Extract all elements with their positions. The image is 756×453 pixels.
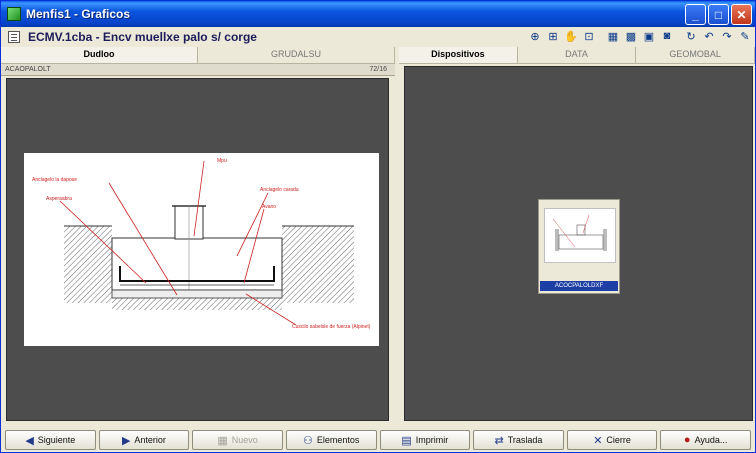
pen-icon[interactable]: ✎	[737, 28, 753, 44]
anterior-label: Anterior	[134, 435, 166, 445]
right-pane: Dispositivos DATA GEOMOBAL ACOCPALOLDXF	[399, 47, 756, 425]
layers-icon[interactable]: ▦	[605, 28, 621, 44]
foundation-diagram: Mpu Anclagelo la dapose Anclagelo carada…	[32, 158, 371, 330]
thumbnail-caption: ACOCPALOLDXF	[540, 281, 618, 291]
block-icon[interactable]: ▣	[641, 28, 657, 44]
nuevo-button[interactable]: ▦ Nuevo	[192, 430, 283, 450]
close-window-button[interactable]: ✕	[731, 4, 752, 25]
traslada-button[interactable]: ⇄ Traslada	[473, 430, 564, 450]
printer-icon: ▤	[401, 434, 412, 447]
tab-data[interactable]: DATA	[517, 47, 637, 64]
maximize-icon: □	[714, 7, 723, 22]
footing	[111, 237, 283, 291]
label-avano: Avano	[262, 204, 276, 210]
label-asperaabra: Asperaabra	[46, 196, 72, 202]
document-bar: ECMV.1cba - Encv muellxe palo s/ corge ⊕…	[1, 27, 755, 47]
siguiente-label: Siguiente	[37, 435, 76, 445]
users-icon: ⚇	[302, 434, 313, 447]
bottom-toolbar: ◀ Siguiente ▶ Anterior ▦ Nuevo ⚇ Elementos ▤…	[1, 428, 755, 452]
zoom-extents-icon[interactable]: ⊡	[581, 28, 597, 44]
window-title: Menfis1 - Graficos	[26, 7, 131, 21]
minimize-button[interactable]: _	[685, 4, 706, 25]
label-cuscilo: Cuscilo sabelsle de fuerza (Alpinet)	[292, 324, 371, 330]
thumbnail-canvas: ACOCPALOLDXF	[404, 66, 753, 421]
redo-icon[interactable]: ↷	[719, 28, 735, 44]
app-window: Menfis1 - Graficos _ □ ✕ ECMV.1cba - Enc…	[0, 0, 756, 453]
label-anclagelo-dapose: Anclagelo la dapose	[32, 177, 77, 183]
siguiente-button[interactable]: ◀ Siguiente	[5, 430, 96, 450]
thumbnail-diagram	[552, 214, 607, 251]
toolbar: ⊕ ⊞ ✋ ⊡ ▦ ▩ ▣ ◙ ↻ ↶ ↷ ✎	[527, 28, 753, 44]
drawing-thumbnail[interactable]: ACOCPALOLDXF	[538, 199, 620, 294]
zoom-in-icon[interactable]: ⊕	[527, 28, 543, 44]
arrow-right-icon: ▶	[121, 434, 131, 447]
soil-left	[64, 226, 112, 303]
left-pane: Dudloo GRUDALSU ACAOPALOLT 72/16 Mpu Anc…	[1, 47, 395, 425]
nuevo-label: Nuevo	[231, 435, 258, 445]
file-label: ACAOPALOLT	[5, 66, 51, 73]
zoom-label: 72/16	[369, 66, 387, 73]
toolbar-separator	[599, 28, 603, 44]
close-icon: ✕	[593, 434, 603, 447]
drawing-canvas[interactable]: Mpu Anclagelo la dapose Anclagelo carada…	[6, 78, 389, 421]
grid-icon: ▦	[217, 434, 228, 447]
imprimir-label: Imprimir	[415, 435, 449, 445]
pan-icon[interactable]: ✋	[563, 28, 579, 44]
undo-icon[interactable]: ↶	[701, 28, 717, 44]
soil-bottom	[112, 298, 282, 310]
anterior-button[interactable]: ▶ Anterior	[98, 430, 190, 450]
thumbnail-preview	[544, 208, 616, 263]
zoom-window-icon[interactable]: ⊞	[545, 28, 561, 44]
properties-icon[interactable]: ◙	[659, 28, 675, 44]
cierre-button[interactable]: ✕ Cierre	[566, 430, 658, 450]
imprimir-button[interactable]: ▤ Imprimir	[379, 430, 471, 450]
traslada-label: Traslada	[507, 435, 543, 445]
ayuda-label: Ayuda...	[694, 435, 728, 445]
title-bar[interactable]: Menfis1 - Graficos _ □ ✕	[1, 1, 755, 27]
label-mpu: Mpu	[217, 158, 227, 164]
foundation-drawing[interactable]: Mpu Anclagelo la dapose Anclagelo carada…	[24, 153, 379, 346]
elementos-button[interactable]: ⚇ Elementos	[285, 430, 377, 450]
window-controls: _ □ ✕	[685, 4, 752, 25]
maximize-button[interactable]: □	[708, 4, 729, 25]
app-icon	[7, 7, 21, 21]
refresh-icon[interactable]: ↻	[683, 28, 699, 44]
cierre-label: Cierre	[606, 435, 631, 445]
tab-geomobal[interactable]: GEOMOBAL	[636, 47, 756, 64]
lean-concrete	[111, 289, 283, 299]
tab-dispositivos[interactable]: Dispositivos	[399, 47, 518, 64]
tab-dudloo[interactable]: Dudloo	[1, 47, 198, 64]
close-icon: ✕	[736, 7, 747, 22]
arrow-left-icon: ◀	[25, 434, 34, 447]
transfer-icon: ⇄	[494, 434, 504, 447]
help-icon: ●	[683, 434, 691, 446]
label-anclagelo-carada: Anclagelo carada	[260, 187, 299, 193]
minimize-icon: _	[692, 7, 699, 22]
left-pane-header: ACAOPALOLT 72/16	[1, 64, 395, 76]
document-title: ECMV.1cba - Encv muellxe palo s/ corge	[28, 30, 257, 44]
left-tab-strip: Dudloo GRUDALSU	[1, 47, 395, 64]
document-icon	[8, 31, 20, 43]
right-tab-strip: Dispositivos DATA GEOMOBAL	[399, 47, 756, 64]
elementos-label: Elementos	[316, 435, 360, 445]
toolbar-separator	[677, 28, 681, 44]
tab-grudalsu[interactable]: GRUDALSU	[198, 47, 395, 64]
soil-right	[282, 226, 354, 303]
grid-view-icon[interactable]: ▩	[623, 28, 639, 44]
ayuda-button[interactable]: ● Ayuda...	[660, 430, 751, 450]
